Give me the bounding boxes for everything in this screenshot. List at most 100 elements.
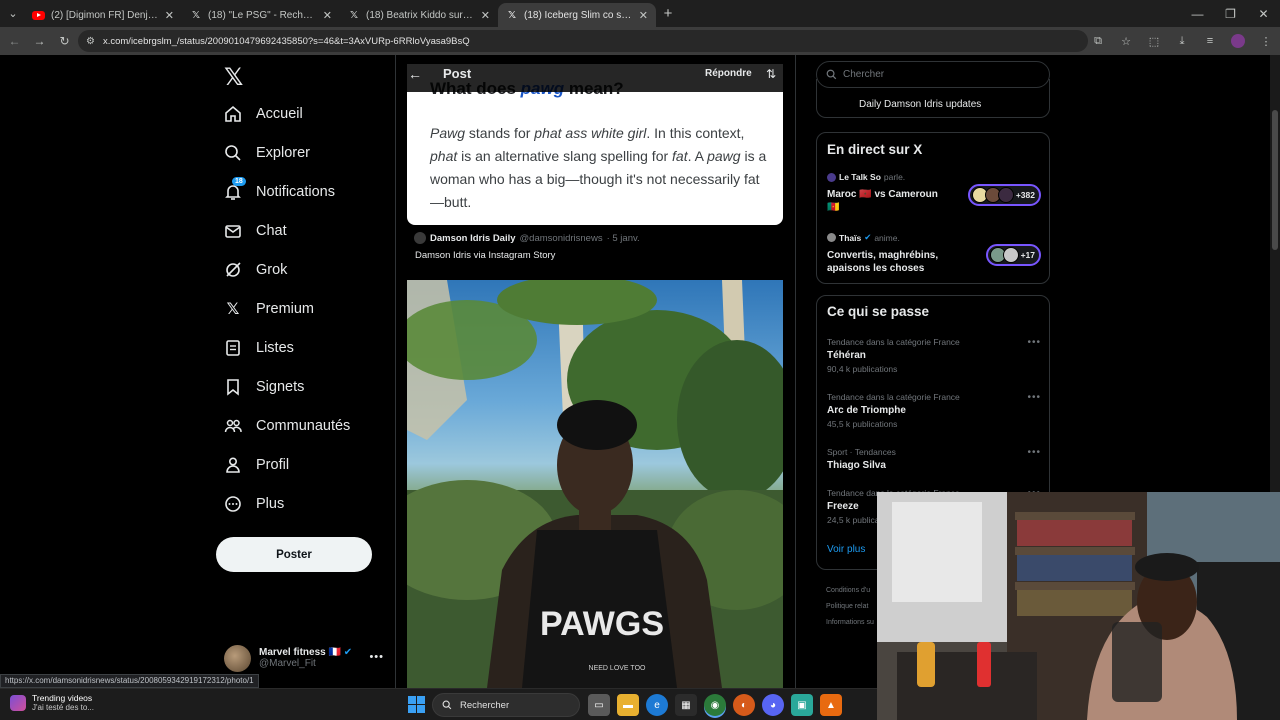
browser-tab-4[interactable]: 𝕏 (18) Iceberg Slim co sur X : "J'c ✕ <box>498 3 656 27</box>
close-icon[interactable]: ✕ <box>323 9 332 22</box>
quoted-post-header: Damson Idris Daily @damsonidrisnews · 5 … <box>414 232 783 244</box>
bookmark-star-icon[interactable]: ☆ <box>1112 35 1140 48</box>
news-widget[interactable]: Trending videos J'ai testé des to... <box>10 693 94 712</box>
live-listeners-pill[interactable]: +382 <box>967 184 1041 206</box>
download-icon[interactable]: ⤓ <box>1168 35 1196 48</box>
sidebar-item-communities[interactable]: Communautés <box>216 407 386 445</box>
install-icon[interactable]: ⧉ <box>1084 35 1112 48</box>
show-more-link[interactable]: Voir plus <box>827 544 865 555</box>
browser-tab-1[interactable]: (2) [Digimon FR] Denji - YouTub ✕ <box>24 3 182 27</box>
profile-avatar[interactable] <box>1231 34 1245 48</box>
more-icon[interactable]: ••• <box>369 651 384 663</box>
sidebar-item-home[interactable]: Accueil <box>216 95 386 133</box>
scrollbar-thumb[interactable] <box>1272 110 1278 250</box>
person-icon <box>224 456 242 474</box>
avatar <box>414 232 426 244</box>
avatar <box>827 172 836 182</box>
live-host: Le Talk So parle. <box>827 172 1041 182</box>
x-logo-icon[interactable]: 𝕏 <box>224 63 254 93</box>
live-space-item[interactable]: Thaïs ✔ anime. Convertis, maghrébins, apai… <box>827 232 1041 275</box>
windows-start-icon[interactable] <box>408 696 425 713</box>
site-info-icon[interactable]: ⚙ <box>86 36 95 47</box>
live-space-item[interactable]: Le Talk So parle. Maroc 🇲🇦 vs Cameroun 🇨🇲… <box>827 172 1041 214</box>
sidebar-item-premium[interactable]: 𝕏 Premium <box>216 290 386 328</box>
sidebar-item-explore[interactable]: Explorer <box>216 134 386 172</box>
browser-toolbar: ⧉ ☆ ⬚ ⤓ ≡ ⋮ <box>1084 27 1280 55</box>
taskbar-apps: ▭ ▬ e ▦ ◉ ◐ ◕ ▣ ▲ <box>588 694 842 716</box>
footer-link[interactable]: Conditions d'u <box>826 583 874 599</box>
post-button[interactable]: Poster <box>216 537 372 572</box>
file-explorer-icon[interactable]: ▬ <box>617 694 639 716</box>
more-icon[interactable]: ••• <box>1027 392 1041 403</box>
close-icon[interactable]: ✕ <box>165 9 174 22</box>
trend-item[interactable]: Tendance dans la catégorie France Téhéra… <box>827 337 1041 374</box>
close-window-button[interactable]: ✕ <box>1247 0 1280 27</box>
close-icon[interactable]: ✕ <box>481 9 490 22</box>
task-view-icon[interactable]: ▭ <box>588 694 610 716</box>
reply-button[interactable]: Répondre <box>705 68 752 79</box>
sidebar-item-label: Plus <box>256 496 285 512</box>
vlc-icon[interactable]: ▲ <box>820 694 842 716</box>
close-icon[interactable]: ✕ <box>639 9 648 22</box>
sidebar-item-notifications[interactable]: 18 Notifications <box>216 173 386 211</box>
tab-title: (18) Beatrix Kiddo sur X : "L'ext <box>366 9 475 21</box>
trend-item[interactable]: Tendance dans la catégorie France Arc de… <box>827 392 1041 429</box>
page-title: Post <box>443 66 472 81</box>
sidebar-item-more[interactable]: Plus <box>216 485 386 523</box>
extensions-icon[interactable]: ⬚ <box>1140 35 1168 48</box>
sidebar-item-label: Premium <box>256 301 315 317</box>
browser-tab-3[interactable]: 𝕏 (18) Beatrix Kiddo sur X : "L'ext ✕ <box>340 3 498 27</box>
sidebar-item-label: Notifications <box>256 184 335 200</box>
sidebar-item-grok[interactable]: Grok <box>216 251 386 289</box>
youtube-icon <box>32 10 45 20</box>
discord-icon[interactable]: ◕ <box>762 694 784 716</box>
quoted-post[interactable]: Damson Idris Daily @damsonidrisnews · 5 … <box>407 232 783 261</box>
sidebar-item-label: Accueil <box>256 106 303 122</box>
sidebar-item-lists[interactable]: Listes <box>216 329 386 367</box>
more-icon[interactable]: ••• <box>1027 337 1041 348</box>
tab-title: (2) [Digimon FR] Denji - YouTub <box>51 9 159 21</box>
app-icon[interactable]: ▣ <box>791 694 813 716</box>
quoted-post-text: Damson Idris via Instagram Story <box>415 250 556 261</box>
sidebar-item-chat[interactable]: Chat <box>216 212 386 250</box>
sidebar-item-profile[interactable]: Profil <box>216 446 386 484</box>
tab-search-icon[interactable]: ⌄ <box>2 3 24 25</box>
quoted-post-photo[interactable]: PAWGS NEED LOVE TOO <box>407 280 783 688</box>
store-icon[interactable]: ▦ <box>675 694 697 716</box>
minimize-button[interactable]: — <box>1181 0 1214 27</box>
account-bio-text: Daily Damson Idris updates <box>859 99 982 110</box>
live-listeners-pill[interactable]: +17 <box>985 244 1041 266</box>
avatar <box>827 233 836 242</box>
chrome-icon[interactable]: ◉ <box>704 694 726 716</box>
avatar <box>224 644 251 672</box>
grok-icon <box>224 261 242 279</box>
back-arrow-icon[interactable]: ← <box>408 66 426 82</box>
footer-link[interactable]: Informations su <box>826 615 874 631</box>
window-controls: — ❐ ✕ <box>1181 0 1280 27</box>
live-on-x-box: En direct sur X Le Talk So parle. Maroc 🇲… <box>816 132 1050 284</box>
shirt-subtext: NEED LOVE TOO <box>589 665 646 672</box>
bell-icon: 18 <box>224 177 246 201</box>
definition-answer: Pawg stands for phat ass white girl. In … <box>430 125 767 210</box>
account-switcher[interactable]: Marvel fitness 🇫🇷 ✔ @Marvel_Fit ••• <box>224 643 384 673</box>
x-logo-icon: 𝕏 <box>507 9 517 21</box>
forward-button[interactable]: → <box>27 34 52 48</box>
edge-icon[interactable]: e <box>646 694 668 716</box>
footer-link[interactable]: Politique relat <box>826 599 874 615</box>
menu-icon[interactable]: ⋮ <box>1252 35 1280 48</box>
media-icon[interactable]: ≡ <box>1196 35 1224 47</box>
url-field[interactable]: ⚙ x.com/icebrgslm_/status/20090104796924… <box>78 30 1088 52</box>
filter-icon[interactable]: ⇅ <box>766 67 776 81</box>
trend-item[interactable]: Sport · Tendances Thiago Silva ••• <box>827 447 1041 471</box>
sidebar-item-bookmarks[interactable]: Signets <box>216 368 386 406</box>
search-placeholder: Chercher <box>843 69 885 80</box>
restore-button[interactable]: ❐ <box>1214 0 1247 27</box>
search-input[interactable]: Chercher <box>816 61 1050 88</box>
taskbar-search[interactable]: Rechercher <box>432 693 580 717</box>
back-button[interactable]: ← <box>2 34 27 48</box>
firefox-icon[interactable]: ◐ <box>733 694 755 716</box>
more-icon[interactable]: ••• <box>1027 447 1041 458</box>
new-tab-button[interactable]: + <box>656 5 680 22</box>
browser-tab-2[interactable]: 𝕏 (18) "Le PSG" - Recherche / X ✕ <box>182 3 340 27</box>
reload-button[interactable]: ↻ <box>52 34 77 48</box>
